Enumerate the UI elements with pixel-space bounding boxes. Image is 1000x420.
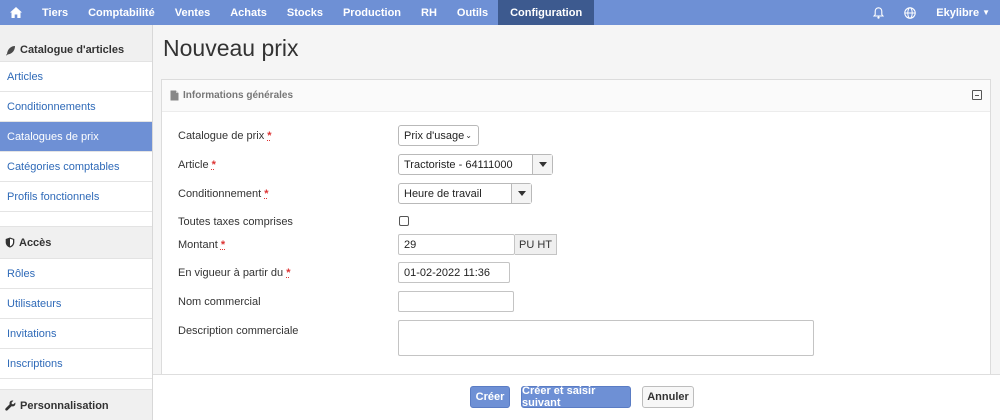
nav-outils[interactable]: Outils xyxy=(447,0,498,25)
sidebar-section-catalogue: Catalogue d'articles xyxy=(0,25,152,62)
home-icon xyxy=(10,7,22,18)
form-actions: Créer Créer et saisir suivant Annuler xyxy=(153,374,1000,420)
page-title: Nouveau prix xyxy=(163,35,299,61)
sidebar-section-title: Catalogue d'articles xyxy=(20,44,125,56)
commercial-name-label: Nom commercial xyxy=(178,296,261,308)
wrench-icon xyxy=(5,400,16,411)
caret-down-icon xyxy=(517,191,526,196)
language-button[interactable] xyxy=(894,0,926,25)
general-info-panel: Informations générales Catalogue de prix… xyxy=(161,79,991,391)
packaging-dropdown-button[interactable] xyxy=(511,184,531,203)
sidebar: Catalogue d'articles Articles Conditionn… xyxy=(0,25,153,420)
sidebar-item-categories-comptables[interactable]: Catégories comptables xyxy=(0,152,152,182)
cancel-button[interactable]: Annuler xyxy=(642,386,694,408)
amount-unit: PU HT xyxy=(515,234,557,255)
sidebar-item-invitations[interactable]: Invitations xyxy=(0,319,152,349)
shield-icon xyxy=(5,237,15,248)
caret-down-icon xyxy=(538,162,547,167)
sidebar-section-acces: Accès xyxy=(0,226,152,259)
sidebar-item-roles[interactable]: Rôles xyxy=(0,259,152,289)
sidebar-item-catalogues-de-prix[interactable]: Catalogues de prix xyxy=(0,122,152,152)
top-navbar: Tiers Comptabilité Ventes Achats Stocks … xyxy=(0,0,1000,25)
nav-tiers[interactable]: Tiers xyxy=(32,0,78,25)
create-button[interactable]: Créer xyxy=(470,386,510,408)
article-label: Article * xyxy=(178,159,216,171)
panel-header: Informations générales xyxy=(162,80,990,112)
sidebar-item-inscriptions[interactable]: Inscriptions xyxy=(0,349,152,379)
started-at-input[interactable]: 01-02-2022 11:36 xyxy=(398,262,510,283)
sidebar-section-title: Personnalisation xyxy=(20,399,109,412)
sidebar-item-utilisateurs[interactable]: Utilisateurs xyxy=(0,289,152,319)
sidebar-item-articles[interactable]: Articles xyxy=(0,62,152,92)
sidebar-item-profils-fonctionnels[interactable]: Profils fonctionnels xyxy=(0,182,152,212)
bell-icon xyxy=(873,6,885,19)
packaging-select[interactable]: Heure de travail xyxy=(398,183,532,204)
nav-stocks[interactable]: Stocks xyxy=(277,0,333,25)
packaging-label: Conditionnement * xyxy=(178,188,269,200)
ttc-label: Toutes taxes comprises xyxy=(178,216,293,228)
packaging-select-value: Heure de travail xyxy=(404,187,482,200)
commercial-desc-textarea[interactable] xyxy=(398,320,814,356)
create-and-next-button[interactable]: Créer et saisir suivant xyxy=(521,385,631,409)
home-button[interactable] xyxy=(0,0,32,25)
main-content: Nouveau prix Informations générales Cata… xyxy=(153,25,1000,420)
article-select-value: Tractoriste - 64111000 xyxy=(404,158,513,171)
collapse-icon[interactable] xyxy=(972,90,982,100)
amount-label: Montant * xyxy=(178,239,226,251)
nav-production[interactable]: Production xyxy=(333,0,411,25)
catalog-select-value: Prix d'usage xyxy=(404,129,465,142)
nav-ventes[interactable]: Ventes xyxy=(165,0,220,25)
chevron-down-icon: ⌄ xyxy=(465,131,472,140)
panel-title: Informations générales xyxy=(183,90,294,101)
user-menu[interactable]: Ekylibre ▼ xyxy=(926,0,1000,25)
nav-configuration[interactable]: Configuration xyxy=(498,0,595,25)
ttc-checkbox[interactable] xyxy=(399,216,409,226)
sidebar-item-conditionnements[interactable]: Conditionnements xyxy=(0,92,152,122)
nav-achats[interactable]: Achats xyxy=(220,0,277,25)
sidebar-section-title: Accès xyxy=(19,236,52,249)
catalog-select[interactable]: Prix d'usage ⌄ xyxy=(398,125,479,146)
catalog-label: Catalogue de prix * xyxy=(178,130,272,142)
started-label: En vigueur à partir du * xyxy=(178,267,291,279)
commercial-name-input[interactable] xyxy=(398,291,514,312)
globe-icon xyxy=(904,6,917,19)
notifications-button[interactable] xyxy=(863,0,894,25)
user-name: Ekylibre xyxy=(936,6,980,19)
sidebar-section-personnalisation: Personnalisation xyxy=(0,389,152,420)
nav-comptabilite[interactable]: Comptabilité xyxy=(78,0,165,25)
feather-icon xyxy=(6,45,15,55)
document-icon xyxy=(170,90,179,101)
amount-input[interactable]: 29 xyxy=(398,234,515,255)
article-dropdown-button[interactable] xyxy=(532,155,552,174)
chevron-down-icon: ▼ xyxy=(982,8,990,17)
nav-rh[interactable]: RH xyxy=(411,0,447,25)
article-select[interactable]: Tractoriste - 64111000 xyxy=(398,154,553,175)
commercial-desc-label: Description commerciale xyxy=(178,325,299,337)
